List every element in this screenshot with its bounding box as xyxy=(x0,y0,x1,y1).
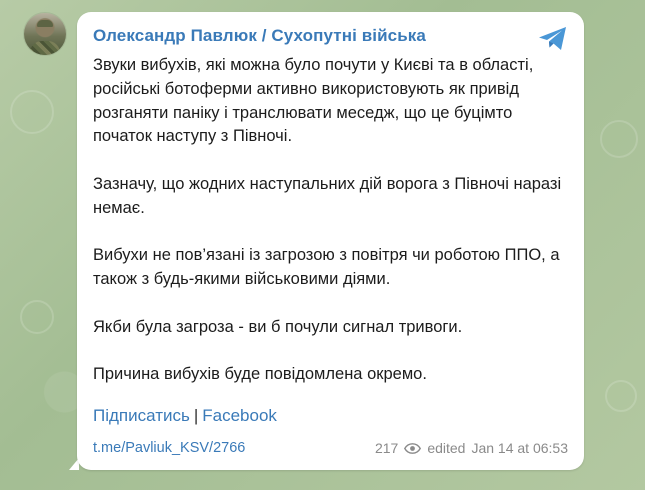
message-paragraph: Звуки вибухів, які можна було почути у К… xyxy=(93,56,534,146)
avatar-body xyxy=(30,41,60,55)
telegram-plane-icon[interactable] xyxy=(538,26,568,52)
message-meta: 217 edited Jan 14 at 06:53 xyxy=(375,440,568,456)
message-paragraph: Вибухи не пов’язані із загрозою з повітр… xyxy=(93,246,560,289)
facebook-link[interactable]: Facebook xyxy=(202,406,277,425)
link-separator: | xyxy=(193,406,199,425)
message-bubble: Олександр Павлюк / Сухопутні війська Зву… xyxy=(77,12,584,470)
channel-name[interactable]: Олександр Павлюк / Сухопутні війська xyxy=(93,26,426,46)
message-paragraph: Зазначу, що жодних наступальних дій воро… xyxy=(93,174,562,217)
message-text: Звуки вибухів, які можна було почути у К… xyxy=(93,54,563,411)
background-doodle xyxy=(10,90,54,134)
background-doodle xyxy=(600,120,638,158)
background-doodle xyxy=(605,380,637,412)
eye-icon xyxy=(404,442,422,454)
edited-label: edited xyxy=(427,440,466,456)
channel-avatar[interactable] xyxy=(24,13,66,55)
background-doodle xyxy=(20,300,54,334)
message-paragraph: Причина вибухів буде повідомлена окремо. xyxy=(93,365,427,384)
subscribe-link[interactable]: Підписатись xyxy=(93,406,190,425)
message-paragraph: Якби була загроза - ви б почули сигнал т… xyxy=(93,317,463,336)
avatar-cap xyxy=(37,20,53,27)
message-links: Підписатись | Facebook xyxy=(93,406,277,426)
view-count: 217 xyxy=(374,440,399,456)
post-link[interactable]: t.me/Pavliuk_KSV/2766 xyxy=(93,440,245,456)
message-footer: t.me/Pavliuk_KSV/2766 217 edited Jan 14 … xyxy=(93,440,568,460)
message-timestamp: Jan 14 at 06:53 xyxy=(471,440,568,456)
